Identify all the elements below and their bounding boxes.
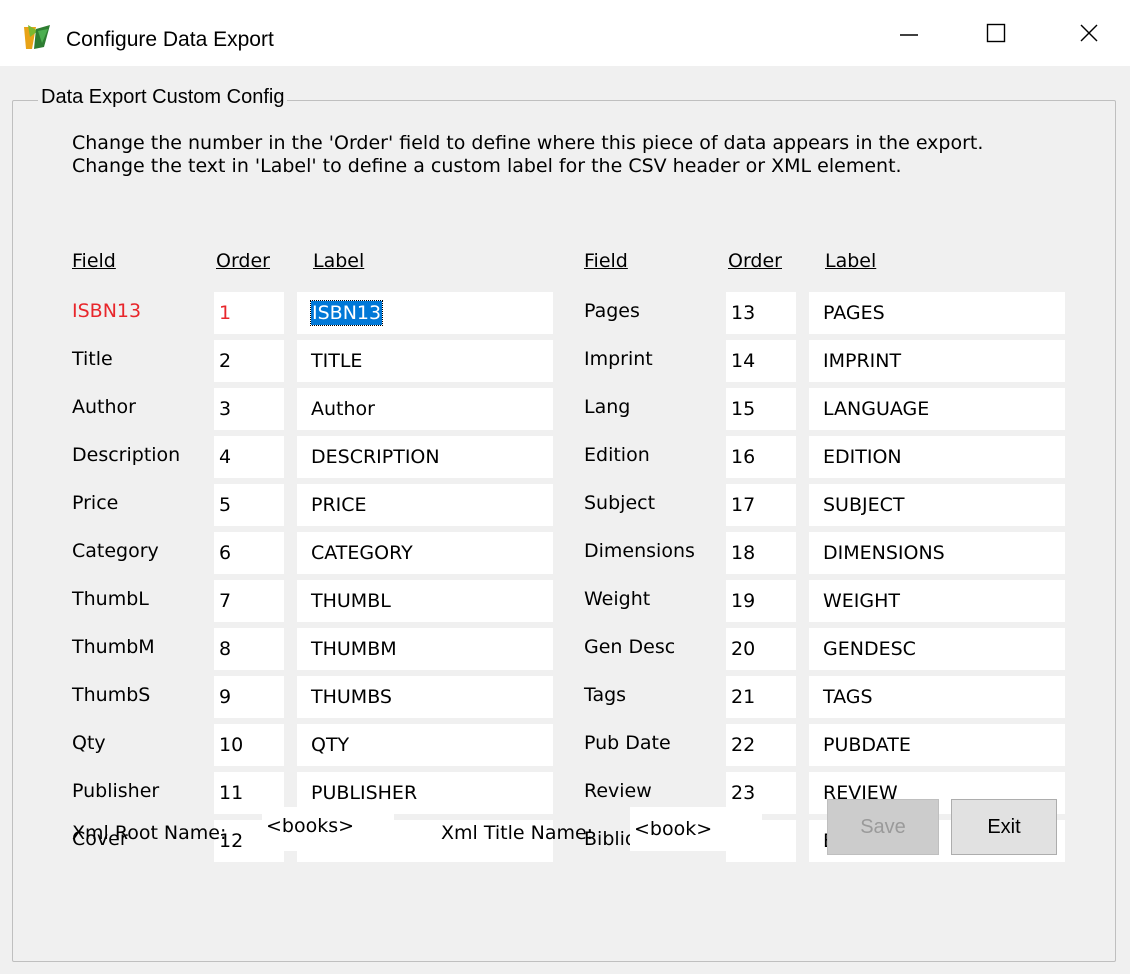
label-input-isbn13[interactable]: ISBN13 (297, 292, 553, 334)
header-field-left: Field (72, 250, 116, 272)
order-input-gen-desc[interactable]: 20 (726, 628, 796, 670)
header-order-right: Order (728, 250, 782, 272)
label-input-title[interactable]: TITLE (297, 340, 553, 382)
configure-data-export-window: Configure Data Export Data Export Custom… (0, 0, 1130, 974)
label-input-subject[interactable]: SUBJECT (809, 484, 1065, 526)
field-label-review: Review (584, 780, 652, 802)
field-label-author: Author (72, 396, 136, 418)
field-label-description: Description (72, 444, 181, 466)
label-input-tags[interactable]: TAGS (809, 676, 1065, 718)
order-input-category[interactable]: 6 (214, 532, 284, 574)
title-bar[interactable]: Configure Data Export (0, 0, 1130, 66)
label-input-gen-desc[interactable]: GENDESC (809, 628, 1065, 670)
label-input-pub-date[interactable]: PUBDATE (809, 724, 1065, 766)
label-input-weight[interactable]: WEIGHT (809, 580, 1065, 622)
instructions-text: Change the number in the 'Order' field t… (72, 132, 984, 177)
minimize-icon (900, 34, 918, 36)
order-input-pages[interactable]: 13 (726, 292, 796, 334)
label-input-thumbs[interactable]: THUMBS (297, 676, 553, 718)
order-input-dimensions[interactable]: 18 (726, 532, 796, 574)
maximize-icon (986, 23, 1006, 43)
header-label-right: Label (825, 250, 877, 272)
minimize-button[interactable] (868, 0, 950, 66)
field-label-title: Title (72, 348, 113, 370)
exit-button[interactable]: Exit (951, 799, 1057, 855)
label-input-qty[interactable]: QTY (297, 724, 553, 766)
xml-root-name-label: Xml Root Name: (72, 822, 227, 844)
field-label-dimensions: Dimensions (584, 540, 695, 562)
order-input-isbn13[interactable]: 1 (214, 292, 284, 334)
order-input-description[interactable]: 4 (214, 436, 284, 478)
field-label-publisher: Publisher (72, 780, 160, 802)
field-label-thumbs: ThumbS (72, 684, 151, 706)
order-input-qty[interactable]: 10 (214, 724, 284, 766)
xml-title-name-label: Xml Title Name: (441, 822, 594, 844)
save-button[interactable]: Save (827, 799, 939, 855)
selected-text: ISBN13 (309, 300, 384, 326)
field-label-thumbm: ThumbM (72, 636, 155, 658)
order-input-subject[interactable]: 17 (726, 484, 796, 526)
order-input-thumbs[interactable]: 9 (214, 676, 284, 718)
field-label-gen-desc: Gen Desc (584, 636, 676, 658)
header-field-right: Field (584, 250, 628, 272)
label-input-thumbm[interactable]: THUMBM (297, 628, 553, 670)
label-input-description[interactable]: DESCRIPTION (297, 436, 553, 478)
field-label-weight: Weight (584, 588, 651, 610)
order-input-lang[interactable]: 15 (726, 388, 796, 430)
label-input-dimensions[interactable]: DIMENSIONS (809, 532, 1065, 574)
order-input-weight[interactable]: 19 (726, 580, 796, 622)
order-input-title[interactable]: 2 (214, 340, 284, 382)
field-label-price: Price (72, 492, 119, 514)
field-label-lang: Lang (584, 396, 631, 418)
order-input-author[interactable]: 3 (214, 388, 284, 430)
field-label-isbn13: ISBN13 (72, 300, 142, 322)
field-label-tags: Tags (584, 684, 627, 706)
label-input-author[interactable]: Author (297, 388, 553, 430)
field-label-category: Category (72, 540, 159, 562)
order-input-thumbm[interactable]: 8 (214, 628, 284, 670)
field-label-pages: Pages (584, 300, 640, 322)
field-label-pub-date: Pub Date (584, 732, 671, 754)
xml-title-name-input[interactable]: <book> (630, 807, 762, 851)
order-input-price[interactable]: 5 (214, 484, 284, 526)
group-title: Data Export Custom Config (38, 86, 288, 109)
label-input-lang[interactable]: LANGUAGE (809, 388, 1065, 430)
app-icon (24, 25, 50, 49)
label-input-price[interactable]: PRICE (297, 484, 553, 526)
label-input-edition[interactable]: EDITION (809, 436, 1065, 478)
order-input-thumbl[interactable]: 7 (214, 580, 284, 622)
label-input-pages[interactable]: PAGES (809, 292, 1065, 334)
header-order-left: Order (216, 250, 270, 272)
label-input-thumbl[interactable]: THUMBL (297, 580, 553, 622)
label-input-category[interactable]: CATEGORY (297, 532, 553, 574)
order-input-edition[interactable]: 16 (726, 436, 796, 478)
window-title: Configure Data Export (66, 28, 274, 51)
header-label-left: Label (313, 250, 365, 272)
order-input-pub-date[interactable]: 22 (726, 724, 796, 766)
close-button[interactable] (1048, 0, 1130, 66)
order-input-tags[interactable]: 21 (726, 676, 796, 718)
field-label-thumbl: ThumbL (72, 588, 149, 610)
order-input-imprint[interactable]: 14 (726, 340, 796, 382)
field-label-qty: Qty (72, 732, 106, 754)
close-icon (1080, 24, 1098, 42)
field-label-subject: Subject (584, 492, 656, 514)
xml-root-name-input[interactable]: <books> (262, 807, 394, 851)
maximize-button[interactable] (955, 0, 1037, 66)
label-input-imprint[interactable]: IMPRINT (809, 340, 1065, 382)
field-label-imprint: Imprint (584, 348, 653, 370)
field-label-edition: Edition (584, 444, 650, 466)
